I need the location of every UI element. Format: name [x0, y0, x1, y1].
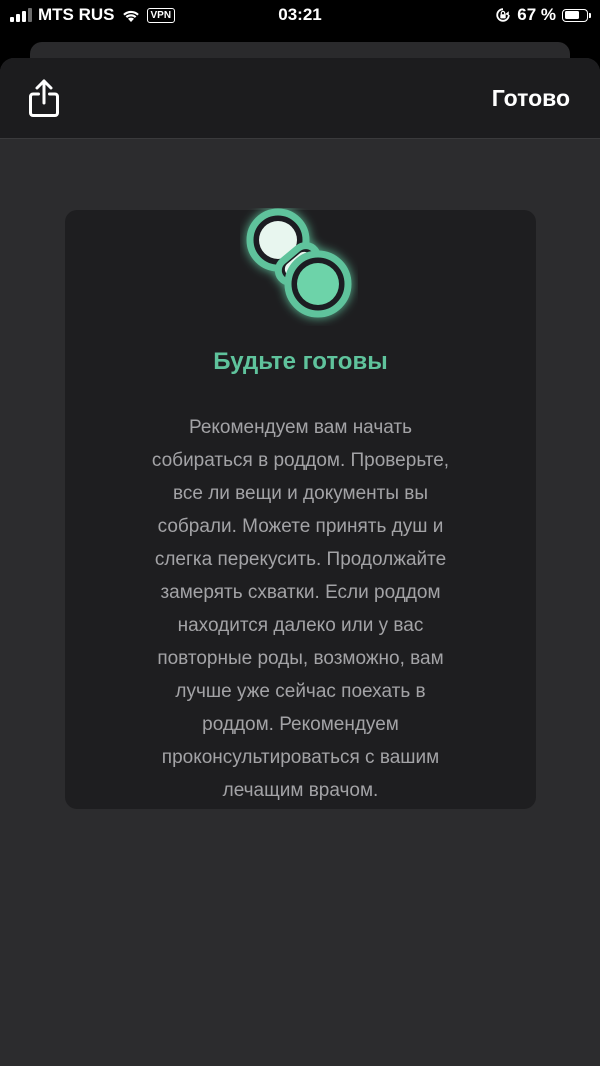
battery-level-fill	[564, 11, 579, 19]
orientation-lock-icon	[496, 8, 510, 22]
battery-percent: 67 %	[517, 5, 556, 24]
screen: MTS RUS VPN 03:21 67 % Готово Будьте гот…	[0, 0, 600, 1066]
share-button[interactable]	[26, 78, 62, 118]
share-icon	[29, 79, 59, 117]
modal-sheet: Готово Будьте готовы Рекомендуем вам нач…	[0, 58, 600, 1066]
status-right: 67 %	[495, 5, 591, 25]
done-button[interactable]: Готово	[492, 85, 570, 112]
pacifier-icon	[246, 208, 352, 318]
card-body-text: Рекомендуем вам начать собираться в родд…	[151, 417, 450, 801]
status-bar: MTS RUS VPN 03:21 67 %	[0, 0, 600, 32]
battery-icon	[562, 8, 591, 22]
sheet-header: Готово	[0, 58, 600, 139]
card-title: Будьте готовы	[213, 348, 388, 375]
